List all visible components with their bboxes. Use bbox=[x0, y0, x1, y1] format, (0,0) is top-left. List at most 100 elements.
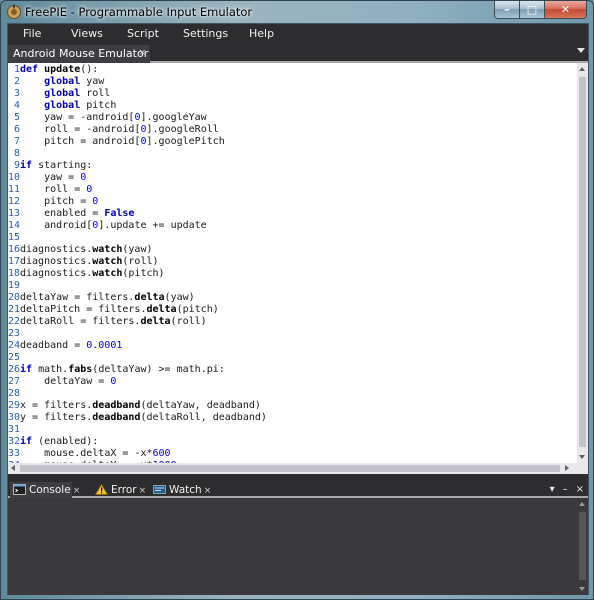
code-line: 11 roll = 0 bbox=[8, 184, 577, 196]
code-text: pitch = android[0].googlePitch bbox=[44, 136, 225, 147]
line-number: 23 bbox=[8, 328, 21, 339]
document-tab-close-button[interactable]: × bbox=[138, 45, 146, 62]
code-line: 31 bbox=[8, 424, 577, 436]
console-vscroll-thumb[interactable] bbox=[579, 512, 586, 580]
menu-settings[interactable]: Settings bbox=[183, 27, 228, 40]
tab-console-close-button[interactable]: × bbox=[73, 486, 81, 496]
code-editor[interactable]: 1def update(): 2 global yaw 3 global roll 4… bbox=[8, 63, 577, 463]
menu-views[interactable]: Views bbox=[71, 27, 103, 40]
code-text: if (enabled): bbox=[20, 436, 99, 447]
code-line: 3 global roll bbox=[8, 88, 577, 100]
code-text: global roll bbox=[44, 88, 111, 99]
code-text: global pitch bbox=[44, 100, 117, 111]
menu-file[interactable]: File bbox=[23, 27, 41, 40]
document-tab[interactable]: Android Mouse Emulator 2.py × bbox=[8, 45, 150, 77]
tab-watch-close-button[interactable]: × bbox=[204, 486, 212, 496]
line-number: 2 bbox=[13, 76, 20, 87]
panel-close-icon[interactable]: × bbox=[576, 484, 584, 496]
code-text: def update(): bbox=[20, 64, 99, 75]
line-number: 19 bbox=[8, 280, 21, 291]
code-text: roll = -android[0].googleRoll bbox=[44, 124, 219, 135]
tab-error-close-button[interactable]: × bbox=[139, 486, 147, 496]
line-number: 10 bbox=[8, 172, 21, 183]
console-scroll-up-icon[interactable] bbox=[579, 502, 585, 506]
code-line: 25 bbox=[8, 352, 577, 364]
line-number: 20 bbox=[8, 292, 21, 303]
tab-console[interactable]: Console × bbox=[10, 482, 80, 498]
code-text: enabled = False bbox=[44, 208, 135, 219]
scroll-left-icon[interactable] bbox=[11, 465, 15, 471]
code-text: yaw = -android[0].googleYaw bbox=[44, 112, 207, 123]
console-scroll-down-icon[interactable] bbox=[579, 587, 585, 591]
tab-error[interactable]: Error × bbox=[92, 482, 148, 498]
line-number: 13 bbox=[8, 208, 21, 219]
editor-vscroll-thumb[interactable] bbox=[579, 77, 586, 447]
client-area: File Views Script Settings Help Android … bbox=[7, 23, 589, 595]
editor-horizontal-scrollbar[interactable] bbox=[8, 463, 588, 474]
code-text: if math.fabs(deltaYaw) >= math.pi: bbox=[20, 364, 225, 375]
line-number: 15 bbox=[8, 232, 21, 243]
line-number: 22 bbox=[8, 316, 21, 327]
editor-vertical-scrollbar[interactable] bbox=[577, 63, 588, 463]
tab-watch[interactable]: Watch × bbox=[150, 482, 212, 498]
code-line: 10 yaw = 0 bbox=[8, 172, 577, 184]
menu-script[interactable]: Script bbox=[127, 27, 159, 40]
code-text: diagnostics.watch(yaw) bbox=[20, 244, 153, 255]
close-button[interactable]: ✕ bbox=[545, 1, 587, 19]
line-number: 7 bbox=[13, 136, 20, 147]
scroll-right-icon[interactable] bbox=[565, 465, 569, 471]
menu-help[interactable]: Help bbox=[249, 27, 274, 40]
code-line: 18diagnostics.watch(pitch) bbox=[8, 268, 577, 280]
code-line: 19 bbox=[8, 280, 577, 292]
app-window: FreePIE - Programmable Input Emulator – … bbox=[0, 0, 594, 600]
line-number: 30 bbox=[8, 412, 21, 423]
panel-pin-icon[interactable]: – bbox=[563, 484, 568, 496]
title-bar[interactable]: FreePIE - Programmable Input Emulator – … bbox=[1, 1, 593, 23]
console-vertical-scrollbar[interactable] bbox=[577, 498, 588, 595]
console-output[interactable] bbox=[8, 498, 577, 595]
code-line: 1def update(): bbox=[8, 64, 577, 76]
code-line: 23 bbox=[8, 328, 577, 340]
panel-dropdown-icon[interactable]: ▾ bbox=[550, 484, 555, 496]
scroll-up-icon[interactable] bbox=[579, 67, 585, 71]
code-line: 7 pitch = android[0].googlePitch bbox=[8, 136, 577, 148]
code-line: 15 bbox=[8, 232, 577, 244]
line-number: 33 bbox=[8, 448, 21, 459]
minimize-button[interactable]: – bbox=[494, 1, 520, 19]
code-text: pitch = 0 bbox=[44, 196, 99, 207]
warning-icon bbox=[95, 484, 108, 495]
code-text: roll = 0 bbox=[44, 184, 93, 195]
code-line: 20deltaYaw = filters.delta(yaw) bbox=[8, 292, 577, 304]
code-line: 33 mouse.deltaX = -x*600 bbox=[8, 448, 577, 460]
line-number: 3 bbox=[13, 88, 20, 99]
code-line: 17diagnostics.watch(roll) bbox=[8, 256, 577, 268]
line-number: 27 bbox=[8, 376, 21, 387]
code-text: deltaRoll = filters.delta(roll) bbox=[20, 316, 207, 327]
line-number: 4 bbox=[13, 100, 20, 111]
window-title: FreePIE - Programmable Input Emulator bbox=[25, 5, 253, 19]
code-line: 30y = filters.deadband(deltaRoll, deadba… bbox=[8, 412, 577, 424]
line-number: 28 bbox=[8, 388, 21, 399]
code-line: 2 global yaw bbox=[8, 76, 577, 88]
tab-error-label: Error bbox=[111, 484, 137, 496]
watch-icon bbox=[153, 485, 166, 494]
code-text: x = filters.deadband(deltaYaw, deadband) bbox=[20, 400, 261, 411]
line-number: 18 bbox=[8, 268, 21, 279]
code-line: 14 android[0].update += update bbox=[8, 220, 577, 232]
maximize-button[interactable]: □ bbox=[520, 1, 545, 19]
menu-bar: File Views Script Settings Help bbox=[8, 24, 588, 44]
code-text: if starting: bbox=[20, 160, 93, 171]
line-number: 14 bbox=[8, 220, 21, 231]
code-line: 12 pitch = 0 bbox=[8, 196, 577, 208]
code-line: 9if starting: bbox=[8, 160, 577, 172]
editor-hscroll-thumb[interactable] bbox=[20, 465, 560, 472]
line-number: 9 bbox=[13, 160, 20, 171]
panel-splitter[interactable] bbox=[8, 474, 588, 482]
tab-watch-label: Watch bbox=[169, 484, 202, 496]
code-line: 22deltaRoll = filters.delta(roll) bbox=[8, 316, 577, 328]
tab-list-dropdown-icon[interactable] bbox=[577, 48, 585, 53]
code-text: global yaw bbox=[44, 76, 105, 87]
scroll-down-icon[interactable] bbox=[579, 455, 585, 459]
line-number: 25 bbox=[8, 352, 21, 363]
line-number: 11 bbox=[8, 184, 21, 195]
